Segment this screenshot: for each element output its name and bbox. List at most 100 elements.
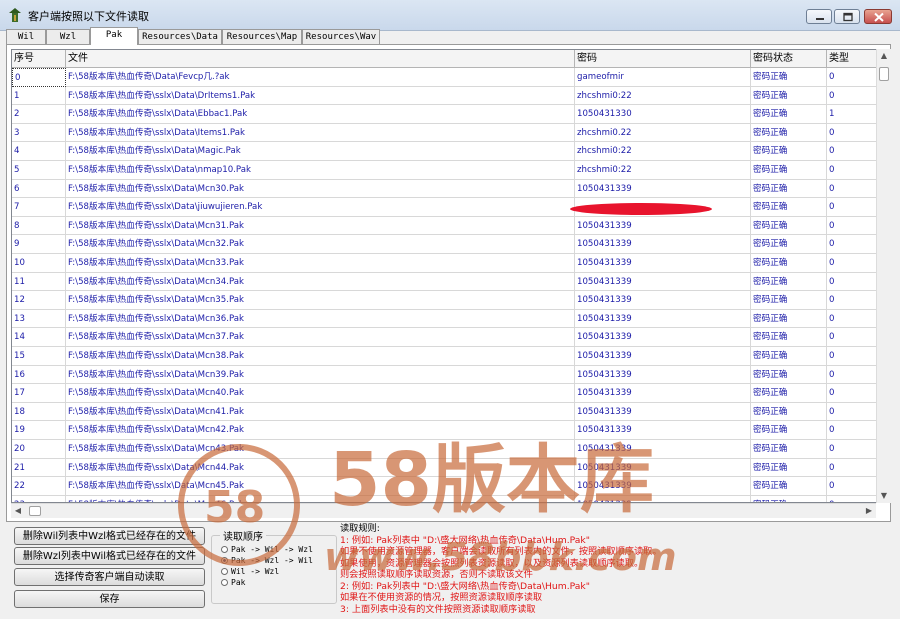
cell-file[interactable]: F:\58版本库\热血传奇\sslx\Data\Mcn41.Pak [66,402,575,422]
read-order-option-4[interactable]: Pak [221,578,245,588]
cell-type[interactable]: 0 [827,68,878,87]
cell-file[interactable]: F:\58版本库\热血传奇\Data\Fevcp几.?ak [66,68,575,87]
table-row[interactable]: 11 F:\58版本库\热血传奇\sslx\Data\Mcn34.Pak 10504… [12,272,878,292]
cell-type[interactable]: 0 [827,309,878,329]
table-row[interactable]: 10 F:\58版本库\热血传奇\sslx\Data\Mcn33.Pak 10504… [12,254,878,273]
column-header-index[interactable]: 序号 [12,50,66,68]
table-row[interactable]: 13 F:\58版本库\热血传奇\sslx\Data\Mcn36.Pak 10504… [12,309,878,329]
scroll-up-icon[interactable]: ▲ [877,49,891,63]
cell-password-status[interactable]: 密码正确 [751,458,827,478]
cell-password-status[interactable]: 密码正确 [751,477,827,496]
scroll-left-icon[interactable]: ◀ [11,504,25,518]
cell-index[interactable]: 23 [12,495,66,502]
table-row[interactable]: 8 F:\58版本库\热血传奇\sslx\Data\Mcn31.Pak 105043… [12,216,878,236]
delete-wzl-duplicates-button[interactable]: 删除Wzl列表中Wil格式已经存在的文件 [14,547,205,565]
table-row[interactable]: 7 F:\58版本库\热血传奇\sslx\Data\jiuwujieren.Pak… [12,198,878,217]
column-header-password[interactable]: 密码 [575,50,751,68]
cell-type[interactable]: 0 [827,477,878,496]
cell-type[interactable]: 0 [827,458,878,478]
cell-index[interactable]: 12 [12,291,66,310]
cell-password[interactable]: 1050431339 [575,365,751,385]
cell-password-status[interactable]: 密码正确 [751,216,827,236]
table-row[interactable]: 22 F:\58版本库\热血传奇\sslx\Data\Mcn45.Pak 10504… [12,477,878,496]
cell-index[interactable]: 4 [12,142,66,161]
table-row[interactable]: 9 F:\58版本库\热血传奇\sslx\Data\Mcn32.Pak 105043… [12,235,878,254]
cell-password[interactable]: gameofmir [575,68,751,87]
cell-file[interactable]: F:\58版本库\热血传奇\sslx\Data\Mcn37.Pak [66,328,575,347]
cell-password[interactable]: 1050431339 [575,402,751,422]
table-row[interactable]: 14 F:\58版本库\热血传奇\sslx\Data\Mcn37.Pak 10504… [12,328,878,347]
cell-password[interactable]: 1050431339 [575,235,751,254]
cell-type[interactable]: 0 [827,402,878,422]
cell-file[interactable]: F:\58版本库\热血传奇\sslx\Data\Mcn30.Pak [66,179,575,199]
cell-file[interactable]: F:\58版本库\热血传奇\sslx\Data\Mcn38.Pak [66,347,575,366]
cell-file[interactable]: F:\58版本库\热血传奇\sslx\Data\DrItems1.Pak [66,86,575,106]
cell-type[interactable]: 0 [827,86,878,106]
cell-index[interactable]: 5 [12,161,66,180]
cell-password-status[interactable]: 密码正确 [751,105,827,124]
cell-password[interactable]: 1050431339 [575,384,751,403]
column-header-type[interactable]: 类型 [827,50,878,68]
cell-password-status[interactable]: 密码正确 [751,309,827,329]
cell-password-status[interactable]: 密码正确 [751,347,827,366]
cell-index[interactable]: 22 [12,477,66,496]
cell-file[interactable]: F:\58版本库\热血传奇\sslx\Data\Mcn39.Pak [66,365,575,385]
table-row[interactable]: 16 F:\58版本库\热血传奇\sslx\Data\Mcn39.Pak 10504… [12,365,878,385]
cell-type[interactable]: 0 [827,179,878,199]
cell-type[interactable]: 0 [827,421,878,440]
vertical-scroll-thumb[interactable] [879,67,889,81]
cell-file[interactable]: F:\58版本库\热血传奇\sslx\Data\Mcn34.Pak [66,272,575,292]
horizontal-scroll-thumb[interactable] [29,506,41,516]
table-row[interactable]: 15 F:\58版本库\热血传奇\sslx\Data\Mcn38.Pak 10504… [12,347,878,366]
cell-index[interactable]: 17 [12,384,66,403]
delete-wil-duplicates-button[interactable]: 删除Wil列表中Wzl格式已经存在的文件 [14,527,205,545]
table-row[interactable]: 3 F:\58版本库\热血传奇\sslx\Data\Items1.Pak zhcsh… [12,123,878,143]
scroll-down-icon[interactable]: ▼ [877,489,891,503]
cell-password[interactable]: 1050431339 [575,309,751,329]
cell-index[interactable]: 16 [12,365,66,385]
cell-index[interactable]: 6 [12,179,66,199]
cell-password[interactable]: 1050431339 [575,347,751,366]
cell-type[interactable]: 0 [827,235,878,254]
cell-index[interactable]: 20 [12,440,66,459]
cell-index[interactable]: 15 [12,347,66,366]
cell-password-status[interactable]: 密码正确 [751,328,827,347]
cell-file[interactable]: F:\58版本库\热血传奇\sslx\Data\jiuwujieren.Pak [66,198,575,217]
vertical-scrollbar[interactable]: ▲ ▼ [876,49,891,503]
cell-password-status[interactable]: 密码正确 [751,495,827,502]
cell-password-status[interactable]: 密码正确 [751,421,827,440]
cell-file[interactable]: F:\58版本库\热血传奇\sslx\Data\Mcn42.Pak [66,421,575,440]
tab-wzl[interactable]: Wzl [46,29,90,44]
minimize-button[interactable] [806,9,832,24]
maximize-button[interactable] [834,9,860,24]
read-order-option-2[interactable]: Pak -> Wzl -> Wil [221,556,313,566]
read-order-option-1[interactable]: Pak -> Wil -> Wzl [221,545,313,555]
table-row[interactable]: 4 F:\58版本库\热血传奇\sslx\Data\Magic.Pak zhcshm… [12,142,878,161]
cell-type[interactable]: 0 [827,495,878,502]
table-row[interactable]: 5 F:\58版本库\热血传奇\sslx\Data\nmap10.Pak zhcsh… [12,161,878,180]
cell-password-status[interactable]: 密码正确 [751,365,827,385]
cell-type[interactable]: 0 [827,291,878,310]
cell-file[interactable]: F:\58版本库\热血传奇\sslx\Data\Mcn40.Pak [66,384,575,403]
cell-type[interactable]: 0 [827,272,878,292]
cell-password[interactable]: 1050431339 [575,272,751,292]
cell-password[interactable]: 1050431330 [575,105,751,124]
tab-resources-wav[interactable]: Resources\Wav [302,29,380,44]
cell-index[interactable]: 14 [12,328,66,347]
table-row[interactable]: 2 F:\58版本库\热血传奇\sslx\Data\Ebbac1.Pak 10504… [12,105,878,124]
table-row[interactable]: 19 F:\58版本库\热血传奇\sslx\Data\Mcn42.Pak 10504… [12,421,878,440]
column-header-file[interactable]: 文件 [66,50,575,68]
cell-index[interactable]: 21 [12,458,66,478]
cell-file[interactable]: F:\58版本库\热血传奇\sslx\Data\Mcn45.Pak [66,477,575,496]
cell-type[interactable]: 0 [827,216,878,236]
cell-type[interactable]: 0 [827,254,878,273]
cell-index[interactable]: 11 [12,272,66,292]
select-auto-read-button[interactable]: 选择传奇客户端自动读取 [14,568,205,586]
cell-password[interactable]: 1050431339 [575,328,751,347]
cell-password-status[interactable]: 密码正确 [751,179,827,199]
cell-password[interactable]: 1050431339 [575,495,751,502]
cell-index[interactable]: 0 [12,68,66,87]
cell-file[interactable]: F:\58版本库\热血传奇\sslx\Data\Items1.Pak [66,123,575,143]
cell-file[interactable]: F:\58版本库\热血传奇\sslx\Data\Mcn44.Pak [66,458,575,478]
table-row[interactable]: 20 F:\58版本库\热血传奇\sslx\Data\Mcn43.Pak 10504… [12,440,878,459]
